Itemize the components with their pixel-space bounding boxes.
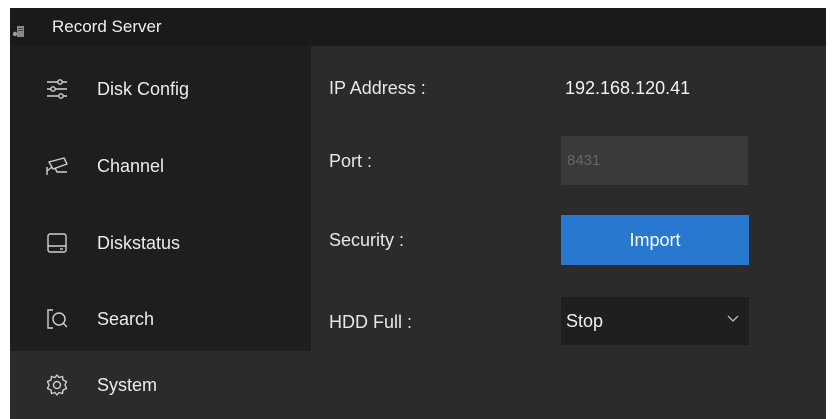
port-label: Port : <box>329 151 373 171</box>
hdd-full-selected-value: Stop <box>566 310 604 331</box>
sliders-icon <box>47 79 67 99</box>
import-button[interactable]: Import <box>561 215 749 265</box>
sidebar-item-label: System <box>97 374 158 395</box>
ip-address-row: IP Address : 192.168.120.41 <box>311 62 826 114</box>
sidebar-item-label: Channel <box>97 155 165 176</box>
record-server-window: Record Server Disk Config Channel Diskst… <box>10 8 826 419</box>
sidebar-item-disk-config[interactable]: Disk Config <box>10 51 311 127</box>
camera-icon <box>46 157 68 175</box>
search-icon <box>47 309 68 329</box>
settings-panel: IP Address : 192.168.120.41 Port : Secur… <box>311 46 826 355</box>
ip-address-value: 192.168.120.41 <box>565 78 691 98</box>
port-input[interactable] <box>561 136 748 185</box>
chevron-down-icon <box>727 315 739 322</box>
window-title: Record Server <box>52 17 162 36</box>
sidebar-item-label: Diskstatus <box>97 232 181 253</box>
security-row: Security : Import <box>311 214 826 266</box>
title-bar: Record Server <box>10 8 826 46</box>
port-row: Port : <box>311 135 826 187</box>
ip-address-label: IP Address : <box>329 78 426 98</box>
sidebar-item-search[interactable]: Search <box>10 281 311 357</box>
security-label: Security : <box>329 230 405 250</box>
sidebar-item-label: Disk Config <box>97 78 190 99</box>
hdd-full-label: HDD Full : <box>329 312 413 332</box>
server-app-icon <box>12 26 24 37</box>
drive-icon <box>47 233 67 253</box>
sidebar-item-channel[interactable]: Channel <box>10 128 311 204</box>
sidebar-item-diskstatus[interactable]: Diskstatus <box>10 205 311 281</box>
sidebar-item-system[interactable]: System <box>10 351 826 419</box>
gear-icon <box>46 374 68 396</box>
sidebar-item-label: Search <box>97 308 155 329</box>
hdd-full-row: HDD Full : Stop <box>311 296 826 348</box>
hdd-full-select[interactable]: Stop <box>561 297 749 345</box>
